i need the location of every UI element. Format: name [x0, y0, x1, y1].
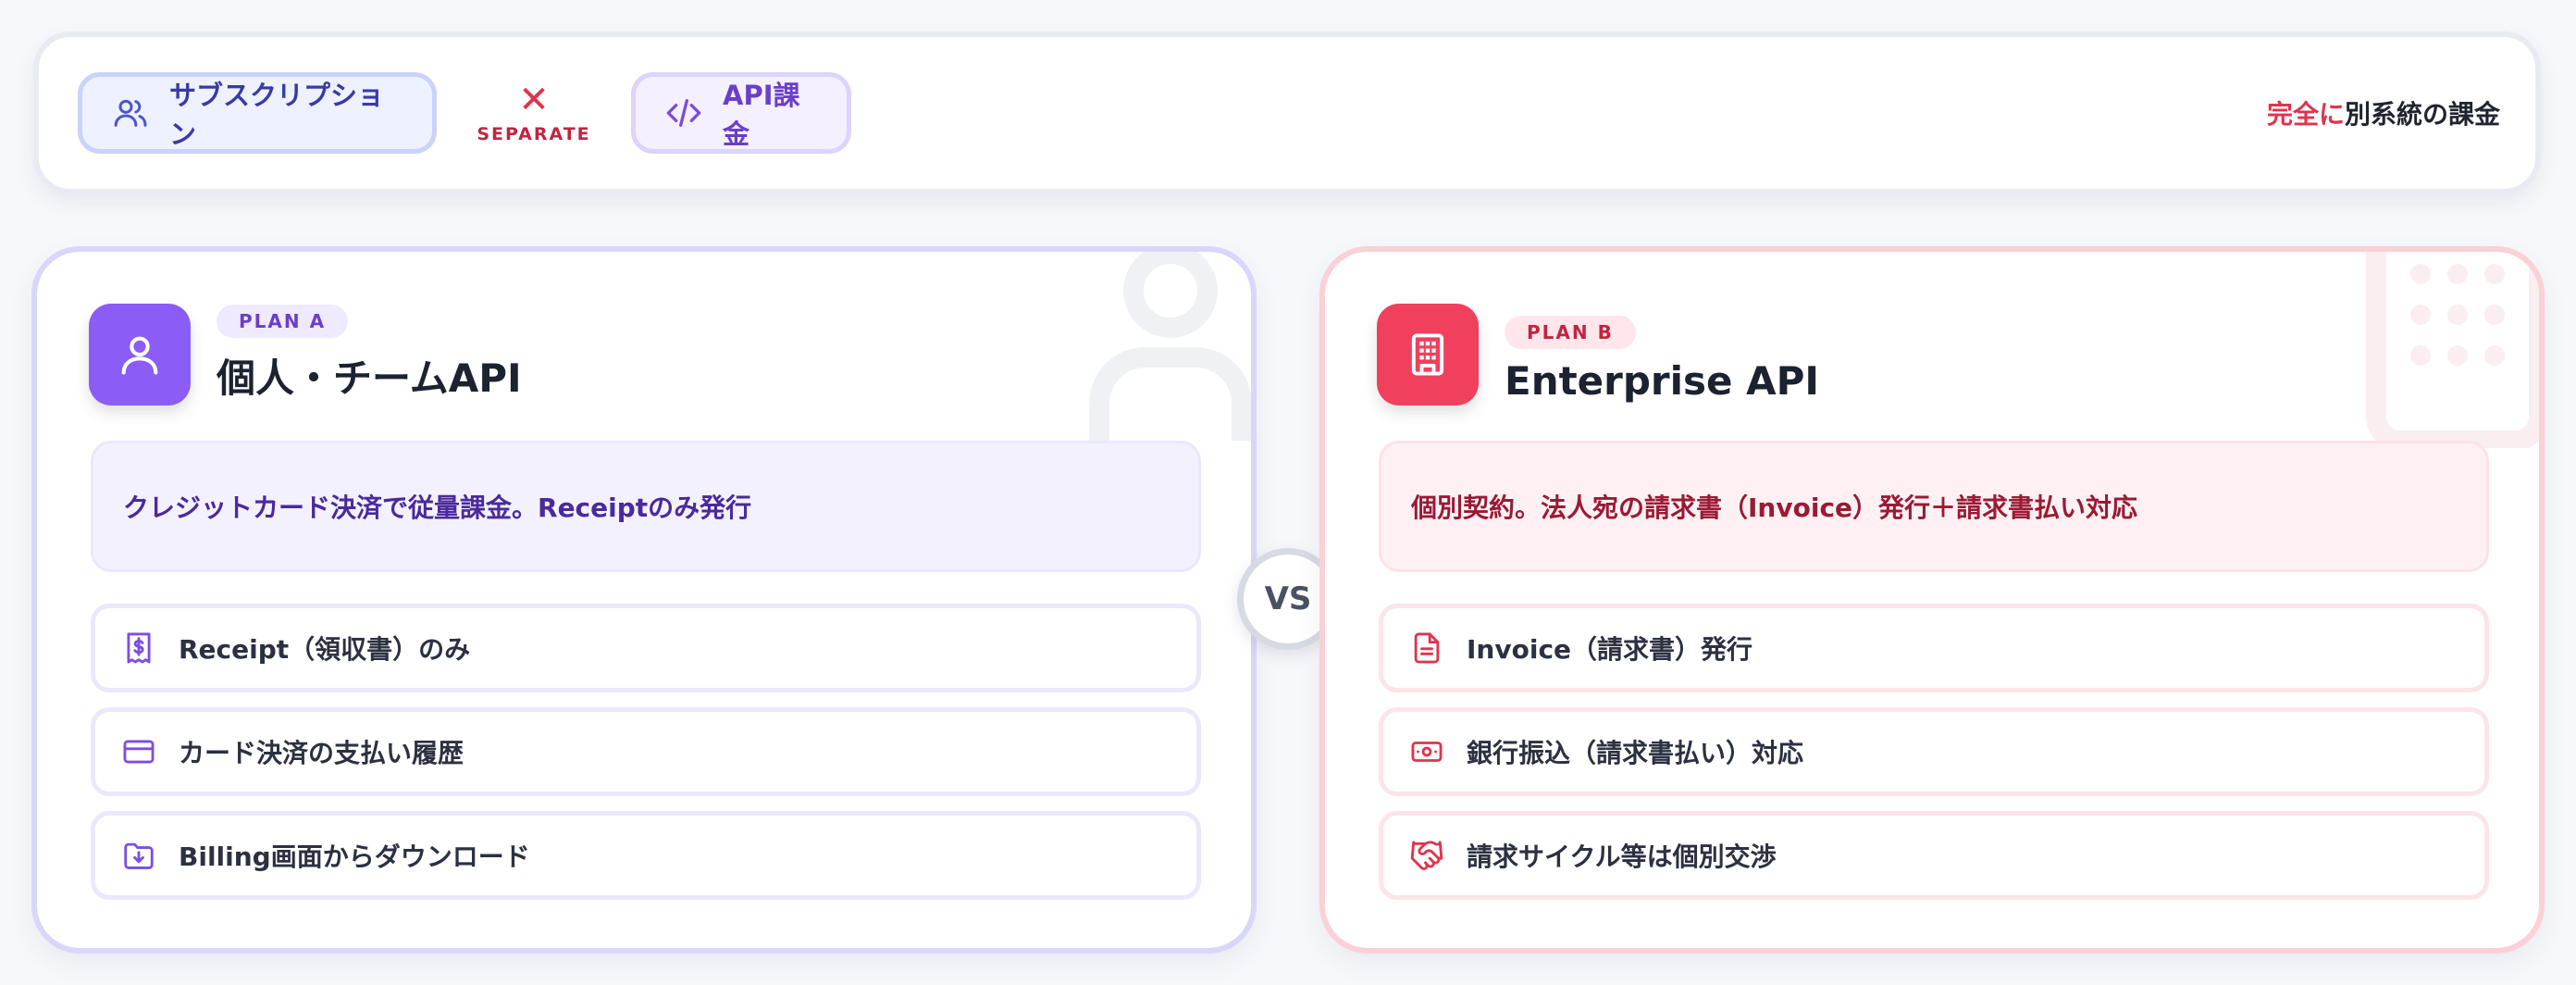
plan-b-feature-invoice: Invoice（請求書）発行	[1379, 604, 2489, 692]
note-text: 別系統の課金	[2344, 99, 2500, 130]
plan-a-badge: PLAN A	[217, 305, 349, 338]
plan-b-feature-bank-transfer: 銀行振込（請求書払い）対応	[1379, 707, 2489, 796]
plan-a-feature-card-history: カード決済の支払い履歴	[91, 707, 1201, 796]
api-billing-label: API課金	[723, 80, 800, 150]
plan-b-badge: PLAN B	[1505, 316, 1636, 349]
separate-billing-note: 完全に別系統の課金	[2267, 94, 2500, 131]
plan-b-feature-negotiation: 請求サイクル等は個別交渉	[1379, 811, 2489, 900]
plan-a-card: PLAN A 個人・チームAPI クレジットカード決済で従量課金。Receipt…	[31, 246, 1257, 954]
billing-header-bar: サブスクリプション ✕ SEPARATE API課金 完全に別系統の課金	[33, 31, 2541, 194]
code-icon	[665, 94, 702, 131]
credit-card-icon	[121, 734, 156, 769]
receipt-icon	[121, 630, 156, 666]
plan-a-header: PLAN A 個人・チームAPI	[89, 304, 522, 405]
plan-b-title: Enterprise API	[1505, 358, 1820, 404]
banknote-icon	[1409, 734, 1444, 769]
feature-label: Receipt（領収書）のみ	[179, 634, 471, 665]
plan-a-feature-receipt: Receipt（領収書）のみ	[91, 604, 1201, 692]
users-icon	[112, 94, 149, 131]
separate-label: SEPARATE	[477, 124, 591, 144]
building-icon	[1377, 304, 1479, 405]
user-watermark-icon	[1089, 252, 1251, 441]
plan-a-description: クレジットカード決済で従量課金。Receiptのみ発行	[91, 441, 1201, 572]
feature-label: 銀行振込（請求書払い）対応	[1467, 738, 1804, 768]
subscription-label: サブスクリプション	[169, 80, 385, 150]
user-icon	[89, 304, 191, 405]
plan-b-card: PLAN B Enterprise API 個別契約。法人宛の請求書（Invoi…	[1319, 246, 2545, 954]
plan-b-description: 個別契約。法人宛の請求書（Invoice）発行＋請求書払い対応	[1379, 441, 2489, 572]
plan-b-header: PLAN B Enterprise API	[1377, 304, 1819, 405]
plan-a-title: 個人・チームAPI	[217, 355, 522, 401]
building-watermark-icon	[2366, 252, 2539, 448]
feature-label: 請求サイクル等は個別交渉	[1467, 842, 1777, 872]
feature-label: Invoice（請求書）発行	[1467, 634, 1753, 665]
folder-download-icon	[121, 838, 156, 873]
plan-a-feature-download: Billing画面からダウンロード	[91, 811, 1201, 900]
close-icon: ✕	[518, 79, 550, 121]
subscription-pill: サブスクリプション	[78, 72, 437, 154]
note-highlight: 完全に	[2266, 99, 2345, 130]
feature-label: カード決済の支払い履歴	[179, 738, 464, 768]
api-billing-pill: API課金	[631, 72, 851, 154]
document-icon	[1409, 630, 1444, 666]
handshake-icon	[1409, 838, 1444, 873]
feature-label: Billing画面からダウンロード	[179, 842, 530, 872]
separate-indicator: ✕ SEPARATE	[437, 81, 631, 144]
